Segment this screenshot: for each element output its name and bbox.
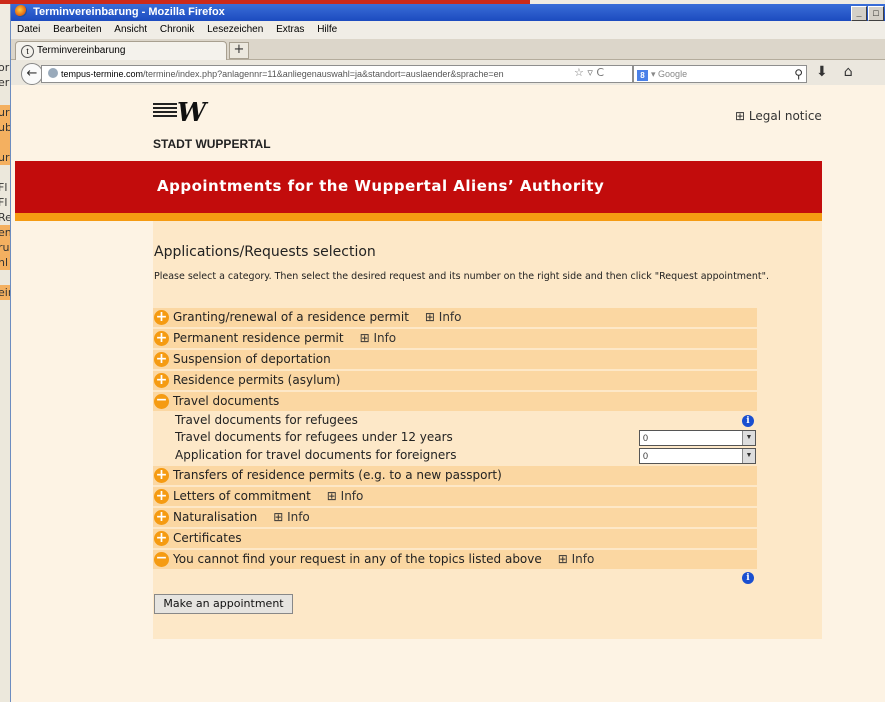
window-title: Terminvereinbarung - Mozilla Firefox — [33, 6, 225, 18]
menu-ansicht[interactable]: Ansicht — [114, 24, 147, 35]
menu-datei[interactable]: Datei — [17, 24, 40, 35]
category-label: Granting/renewal of a residence permit — [173, 310, 409, 324]
header-banner: Appointments for the Wuppertal Aliens’ A… — [15, 161, 822, 213]
category-label: Travel documents — [173, 394, 280, 408]
category-row[interactable]: + Granting/renewal of a residence permit ⊞… — [153, 308, 757, 327]
sub-request-label: Travel documents for refugees under 12 y… — [175, 430, 453, 444]
legal-notice-label: Legal notice — [748, 109, 822, 123]
category-row[interactable]: + Naturalisation ⊞ Info — [153, 508, 757, 527]
category-row[interactable]: + Letters of commitment ⊞ Info — [153, 487, 757, 506]
category-label: Naturalisation — [173, 510, 258, 524]
tab-bar: t Terminvereinbarung + — [11, 39, 885, 60]
info-link[interactable]: ⊞ Info — [425, 310, 462, 324]
info-link[interactable]: ⊞ Info — [327, 489, 364, 503]
globe-icon — [48, 68, 58, 78]
category-label: You cannot find your request in any of t… — [173, 552, 542, 566]
brand-name: STADT WUPPERTAL — [153, 137, 271, 151]
info-icon[interactable]: i — [742, 572, 754, 584]
category-row[interactable]: − You cannot find your request in any of … — [153, 550, 757, 569]
search-placeholder: Google — [658, 69, 688, 79]
expand-plus-icon[interactable]: + — [154, 489, 169, 504]
home-icon[interactable]: ⌂ — [844, 64, 853, 80]
category-row[interactable]: + Residence permits (asylum) — [153, 371, 757, 390]
make-appointment-button[interactable]: Make an appointment — [154, 594, 293, 614]
instructions: Please select a category. Then select th… — [154, 271, 770, 282]
info-link[interactable]: ⊞ Info — [273, 510, 310, 524]
wuppertal-logo: W — [153, 100, 206, 127]
page-title: Appointments for the Wuppertal Aliens’ A… — [157, 177, 605, 195]
back-button[interactable]: ← — [21, 63, 43, 85]
navigation-bar: ← tempus-termine.com/termine/index.php?a… — [11, 60, 885, 87]
quantity-select[interactable]: 0 ▼ — [639, 448, 756, 464]
url-bar-icons: ☆ ▿ C — [574, 65, 604, 81]
reload-icon[interactable]: C — [596, 66, 604, 79]
search-input[interactable]: 8 ▾ Google ⚲ — [633, 65, 807, 83]
tab-title: Terminvereinbarung — [37, 45, 126, 56]
menu-bar: Datei Bearbeiten Ansicht Chronik Lesezei… — [11, 21, 885, 39]
info-icon[interactable]: i — [742, 415, 754, 427]
category-label: Letters of commitment — [173, 489, 311, 503]
expand-plus-icon[interactable]: + — [154, 331, 169, 346]
quantity-select[interactable]: 0 ▼ — [639, 430, 756, 446]
menu-extras[interactable]: Extras — [276, 24, 304, 35]
page-content: W STADT WUPPERTAL ⊞ Legal notice Appoint… — [11, 85, 885, 702]
expand-plus-icon[interactable]: + — [154, 310, 169, 325]
category-label: Permanent residence permit — [173, 331, 344, 345]
search-engine-dropdown-icon[interactable]: ▾ — [651, 69, 656, 79]
firefox-window: Terminvereinbarung - Mozilla Firefox _ □ … — [10, 4, 885, 702]
info-link[interactable]: ⊞ Info — [558, 552, 595, 566]
sub-request-label: Application for travel documents for for… — [175, 448, 457, 462]
site-favicon-icon: t — [21, 45, 34, 58]
category-row[interactable]: + Suspension of deportation — [153, 350, 757, 369]
new-tab-button[interactable]: + — [229, 42, 249, 59]
dropdown-arrow-icon[interactable]: ▿ — [587, 66, 593, 79]
category-row[interactable]: + Certificates — [153, 529, 757, 548]
expand-plus-icon[interactable]: + — [154, 510, 169, 525]
tab-terminvereinbarung[interactable]: t Terminvereinbarung — [15, 41, 227, 60]
minimize-button[interactable]: _ — [851, 6, 867, 21]
toolbar-icons: ⬇ ⌂ — [816, 64, 869, 80]
google-search-engine-icon[interactable]: 8 — [637, 70, 648, 81]
info-link[interactable]: ⊞ Info — [360, 331, 397, 345]
select-arrow-icon[interactable]: ▼ — [742, 449, 755, 463]
menu-hilfe[interactable]: Hilfe — [317, 24, 337, 35]
sub-request-label: Travel documents for refugees — [175, 413, 358, 427]
category-row[interactable]: + Transfers of residence permits (e.g. to… — [153, 466, 757, 485]
category-label: Residence permits (asylum) — [173, 373, 341, 387]
window-titlebar: Terminvereinbarung - Mozilla Firefox _ □ — [11, 4, 885, 21]
search-icon[interactable]: ⚲ — [794, 66, 803, 82]
firefox-icon — [15, 5, 27, 17]
section-title: Applications/Requests selection — [154, 244, 376, 260]
expand-plus-icon[interactable]: + — [154, 531, 169, 546]
url-bar[interactable]: tempus-termine.com/termine/index.php?anl… — [41, 65, 633, 83]
category-row-expanded[interactable]: − Travel documents — [153, 392, 757, 411]
category-label: Transfers of residence permits (e.g. to … — [173, 468, 502, 482]
menu-chronik[interactable]: Chronik — [160, 24, 194, 35]
url-path: /termine/index.php?anlagennr=11&anliegen… — [143, 69, 504, 79]
window-controls: _ □ — [850, 5, 884, 22]
category-label: Suspension of deportation — [173, 352, 331, 366]
url-host: tempus-termine.com — [61, 69, 144, 79]
legal-notice-link[interactable]: ⊞ Legal notice — [735, 109, 822, 123]
header-accent-strip — [15, 213, 822, 221]
maximize-button[interactable]: □ — [868, 6, 884, 21]
select-arrow-icon[interactable]: ▼ — [742, 431, 755, 445]
download-icon[interactable]: ⬇ — [816, 64, 828, 80]
category-label: Certificates — [173, 531, 242, 545]
expand-plus-icon[interactable]: + — [154, 373, 169, 388]
expand-plus-icon[interactable]: + — [154, 352, 169, 367]
collapse-minus-icon[interactable]: − — [154, 393, 169, 409]
menu-lesezeichen[interactable]: Lesezeichen — [207, 24, 263, 35]
expand-plus-icon[interactable]: + — [154, 468, 169, 483]
category-row[interactable]: + Permanent residence permit ⊞ Info — [153, 329, 757, 348]
bookmark-star-icon[interactable]: ☆ — [574, 66, 584, 79]
menu-bearbeiten[interactable]: Bearbeiten — [53, 24, 101, 35]
collapse-minus-icon[interactable]: − — [154, 551, 169, 567]
